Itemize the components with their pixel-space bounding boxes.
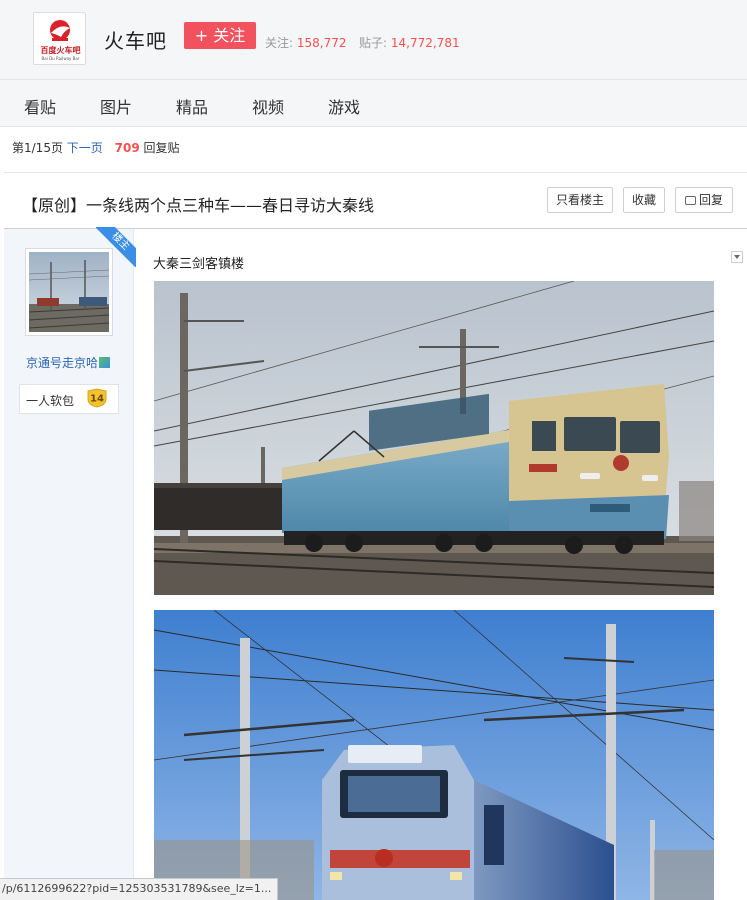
nav-tab-threads[interactable]: 看贴 bbox=[24, 94, 56, 118]
followers-count: 158,772 bbox=[296, 36, 347, 50]
nav-tab-featured[interactable]: 精品 bbox=[176, 94, 208, 118]
post-image-2[interactable] bbox=[154, 610, 714, 900]
author-name: 京通号走京哈 bbox=[26, 356, 99, 370]
forum-title[interactable]: 火车吧 bbox=[104, 25, 167, 54]
avatar[interactable] bbox=[25, 248, 113, 336]
logo-subtext: Bai Du Railway Bar bbox=[41, 56, 79, 61]
nav-tab-videos[interactable]: 视频 bbox=[252, 94, 284, 118]
member-icon bbox=[99, 357, 111, 368]
status-bar-url: /p/6112699622?pid=125303531789&see_lz=1.… bbox=[0, 878, 279, 900]
posts-count: 14,772,781 bbox=[390, 36, 460, 50]
level-badge-icon: 14 bbox=[87, 388, 107, 408]
only-op-button[interactable]: 只看楼主 bbox=[547, 187, 613, 213]
forum-logo[interactable]: 百度火车吧 Bai Du Railway Bar bbox=[33, 12, 86, 65]
author-name-link[interactable]: 京通号走京哈 bbox=[26, 354, 111, 371]
nav-tab-games[interactable]: 游戏 bbox=[328, 94, 360, 118]
pagination-info: 第1/15页 下一页 709 回复贴 bbox=[12, 139, 180, 156]
follow-button[interactable]: + 关注 bbox=[184, 22, 256, 49]
posts-stat: 贴子: 14,772,781 bbox=[359, 34, 460, 51]
next-page-link[interactable]: 下一页 bbox=[67, 141, 103, 155]
followers-label: 关注: bbox=[265, 36, 294, 50]
locomotive-photo-2 bbox=[154, 610, 714, 900]
locomotive-photo-1 bbox=[154, 281, 714, 595]
avatar-image bbox=[28, 252, 110, 332]
author-level-box[interactable]: 一人软包 14 bbox=[19, 384, 119, 414]
post-menu-dropdown[interactable] bbox=[731, 251, 743, 263]
reply-count: 709 bbox=[114, 141, 140, 155]
railway-bar-logo-icon: 百度火车吧 Bai Du Railway Bar bbox=[41, 20, 81, 61]
reply-count-label: 回复贴 bbox=[143, 141, 180, 155]
page-indicator: 第1/15页 bbox=[12, 141, 63, 155]
post-image-1[interactable] bbox=[154, 281, 714, 595]
reply-button[interactable]: 回复 bbox=[675, 187, 733, 213]
followers-stat: 关注: 158,772 bbox=[265, 34, 347, 51]
logo-text: 百度火车吧 bbox=[41, 45, 81, 55]
post-caption: 大秦三剑客镇楼 bbox=[153, 257, 245, 272]
posts-label: 贴子: bbox=[359, 36, 388, 50]
nav-tab-images[interactable]: 图片 bbox=[100, 94, 132, 118]
level-title: 一人软包 bbox=[26, 394, 75, 408]
forum-nav: 看贴 图片 精品 视频 游戏 bbox=[0, 80, 747, 127]
forum-header: 百度火车吧 Bai Du Railway Bar 火车吧 + 关注 关注: 15… bbox=[0, 0, 747, 80]
level-number: 14 bbox=[90, 394, 104, 405]
thread-title: 【原创】一条线两个点三种车——春日寻访大秦线 bbox=[22, 196, 375, 215]
favorite-button[interactable]: 收藏 bbox=[623, 187, 665, 213]
thread-header: 【原创】一条线两个点三种车——春日寻访大秦线 只看楼主 收藏 回复 bbox=[4, 172, 747, 229]
reply-icon bbox=[684, 196, 696, 205]
reply-button-label: 回复 bbox=[698, 193, 723, 207]
